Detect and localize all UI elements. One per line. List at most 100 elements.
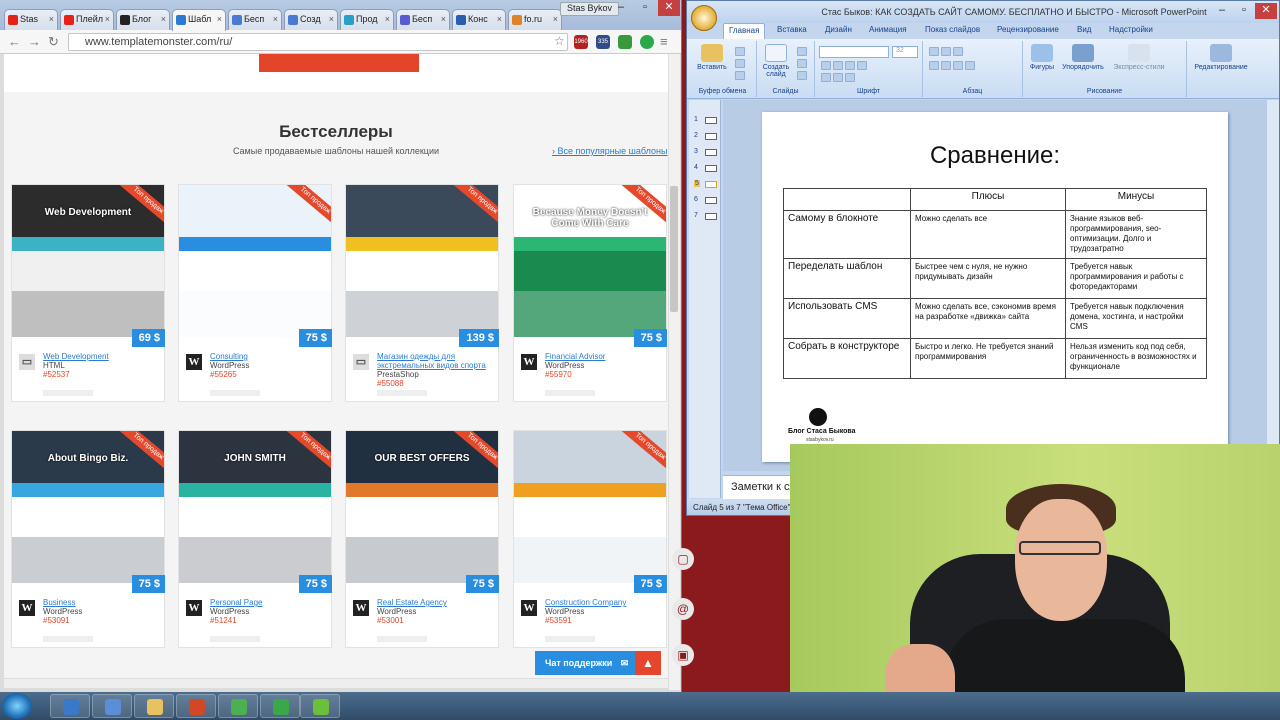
all-popular-link[interactable]: › Все популярные шаблоны [552,146,667,156]
underline-icon[interactable] [845,61,855,70]
price-tag[interactable]: 75 $ [131,575,165,593]
maximize-icon[interactable]: ▫ [634,0,656,16]
taskbar-media-button[interactable] [92,694,132,718]
table-cell[interactable]: Требуется навык программирования и работ… [1065,258,1207,299]
table-cell[interactable]: Знание языков веб-программирования, seo-… [1065,210,1207,259]
address-bar[interactable]: www.templatemonster.com/ru/ [68,33,568,51]
slide[interactable]: Сравнение: Плюсы Минусы Самому в блокнот… [762,112,1228,462]
slide-title[interactable]: Сравнение: [762,142,1228,170]
page-scrollbar-thumb[interactable] [670,186,678,312]
template-thumbnail[interactable]: Топ продаж [346,185,498,337]
template-name-link[interactable]: Financial Advisor [545,352,665,361]
taskbar-camtasia-button[interactable] [260,694,300,718]
price-tag[interactable]: 75 $ [465,575,499,593]
template-card[interactable]: JOHN SMITH Топ продаж 75 $ W Personal Page Wo… [178,430,332,648]
browser-tab[interactable]: Бесп × [396,9,450,31]
tab-animation[interactable]: Анимация [869,25,907,34]
tab-addins[interactable]: Надстройки [1109,25,1153,34]
slide-thumbnail[interactable] [705,117,717,124]
shapes-button[interactable]: Фигуры [1027,44,1057,71]
social-icon-2[interactable]: @ [672,598,694,620]
template-thumbnail[interactable]: Топ продаж [179,185,331,337]
minimize-icon[interactable]: – [610,0,632,16]
slide-thumbnail[interactable] [705,149,717,156]
browser-tab[interactable]: Прод × [340,9,394,31]
bookmark-star-icon[interactable]: ☆ [554,34,565,48]
tab-design[interactable]: Дизайн [825,25,852,34]
table-cell[interactable]: Быстрее чем с нуля, не нужно придумывать… [910,258,1066,299]
slide-thumbnail[interactable] [705,165,717,172]
support-chat-button[interactable]: Чат поддержки ✉ [535,651,635,675]
tab-home[interactable]: Главная [723,23,766,39]
table-cell[interactable]: Самому в блокноте [783,210,911,259]
extension-2-icon[interactable]: 335 [596,35,610,49]
social-icon-1[interactable]: ▢ [672,548,694,570]
extension-1-icon[interactable]: 1960 [574,35,588,49]
browser-tab[interactable]: Stas × [4,9,58,31]
forward-icon[interactable]: → [28,34,41,49]
tab-close-icon[interactable]: × [329,14,334,24]
template-card[interactable]: Топ продаж 139 $ ▭ Магазин одежды для экстр… [345,184,499,402]
template-name-link[interactable]: Consulting [210,352,330,361]
browser-tab[interactable]: Плейл × [60,9,114,31]
price-tag[interactable]: 75 $ [633,329,667,347]
font-name-input[interactable] [819,46,889,58]
cut-icon[interactable] [735,47,745,56]
price-tag[interactable]: 75 $ [633,575,667,593]
strikethrough-icon[interactable] [857,61,867,70]
taskbar-apps-button[interactable] [50,694,90,718]
table-cell[interactable]: Быстро и легко. Не требуется знаний прог… [910,338,1066,379]
tab-close-icon[interactable]: × [217,14,222,24]
tab-view[interactable]: Вид [1077,25,1091,34]
font-color-icon[interactable] [821,73,831,82]
tab-close-icon[interactable]: × [105,14,110,24]
template-thumbnail[interactable]: OUR BEST OFFERS Топ продаж [346,431,498,583]
reload-icon[interactable]: ↻ [48,34,59,50]
top-cta-button[interactable] [259,54,419,72]
template-card[interactable]: About Bingo Biz. Топ продаж 75 $ W Business W… [11,430,165,648]
template-name-link[interactable]: Web Development [43,352,163,361]
table-cell[interactable]: Использовать CMS [783,298,911,339]
price-tag[interactable]: 75 $ [298,575,332,593]
horizontal-scrollbar[interactable] [4,678,668,688]
price-tag[interactable]: 69 $ [131,329,165,347]
tab-slideshow[interactable]: Показ слайдов [925,25,980,34]
template-card[interactable]: Топ продаж 75 $ W Consulting WordPress #55265 [178,184,332,402]
template-name-link[interactable]: Construction Company [545,598,665,607]
slide-thumbnail[interactable] [705,133,717,140]
back-icon[interactable]: ← [8,34,21,49]
bullets-icon[interactable] [929,47,939,56]
new-slide-button[interactable]: Создать слайд [761,44,791,78]
template-card[interactable]: Because Money Doesn't Come With Care Топ … [513,184,667,402]
browser-tab[interactable]: Блог × [116,9,170,31]
align-left-icon[interactable] [929,61,939,70]
grow-font-icon[interactable] [833,73,843,82]
table-cell[interactable]: Переделать шаблон [783,258,911,299]
table-cell[interactable]: Нельзя изменить код под себя, ограниченн… [1065,338,1207,379]
bold-icon[interactable] [821,61,831,70]
close-icon[interactable]: ✕ [658,0,680,16]
template-thumbnail[interactable]: About Bingo Biz. Топ продаж [12,431,164,583]
extension-3-icon[interactable] [618,35,632,49]
layout-icon[interactable] [797,47,807,56]
tab-close-icon[interactable]: × [273,14,278,24]
browser-tab[interactable]: fo.ru × [508,9,562,31]
template-card[interactable]: Топ продаж 75 $ W Construction Company WordP… [513,430,667,648]
template-name-link[interactable]: Магазин одежды для экстремальных видов с… [377,352,497,370]
browser-tab[interactable]: Бесп × [228,9,282,31]
page-scrollbar[interactable] [668,54,680,690]
format-painter-icon[interactable] [735,71,745,80]
delete-slide-icon[interactable] [797,71,807,80]
copy-icon[interactable] [735,59,745,68]
tab-close-icon[interactable]: × [441,14,446,24]
extension-4-icon[interactable] [640,35,654,49]
table-cell[interactable]: Можно сделать все [910,210,1066,259]
reset-icon[interactable] [797,59,807,68]
scroll-top-button[interactable]: ▲ [635,651,661,675]
table-cell[interactable]: Собрать в конструкторе [783,338,911,379]
taskbar-chrome-button[interactable] [218,694,258,718]
slide-thumbnail[interactable] [705,213,717,220]
template-thumbnail[interactable]: Топ продаж [514,431,666,583]
table-cell[interactable]: Можно сделать все, сэкономив время на ра… [910,298,1066,339]
start-button-icon[interactable] [2,693,32,719]
